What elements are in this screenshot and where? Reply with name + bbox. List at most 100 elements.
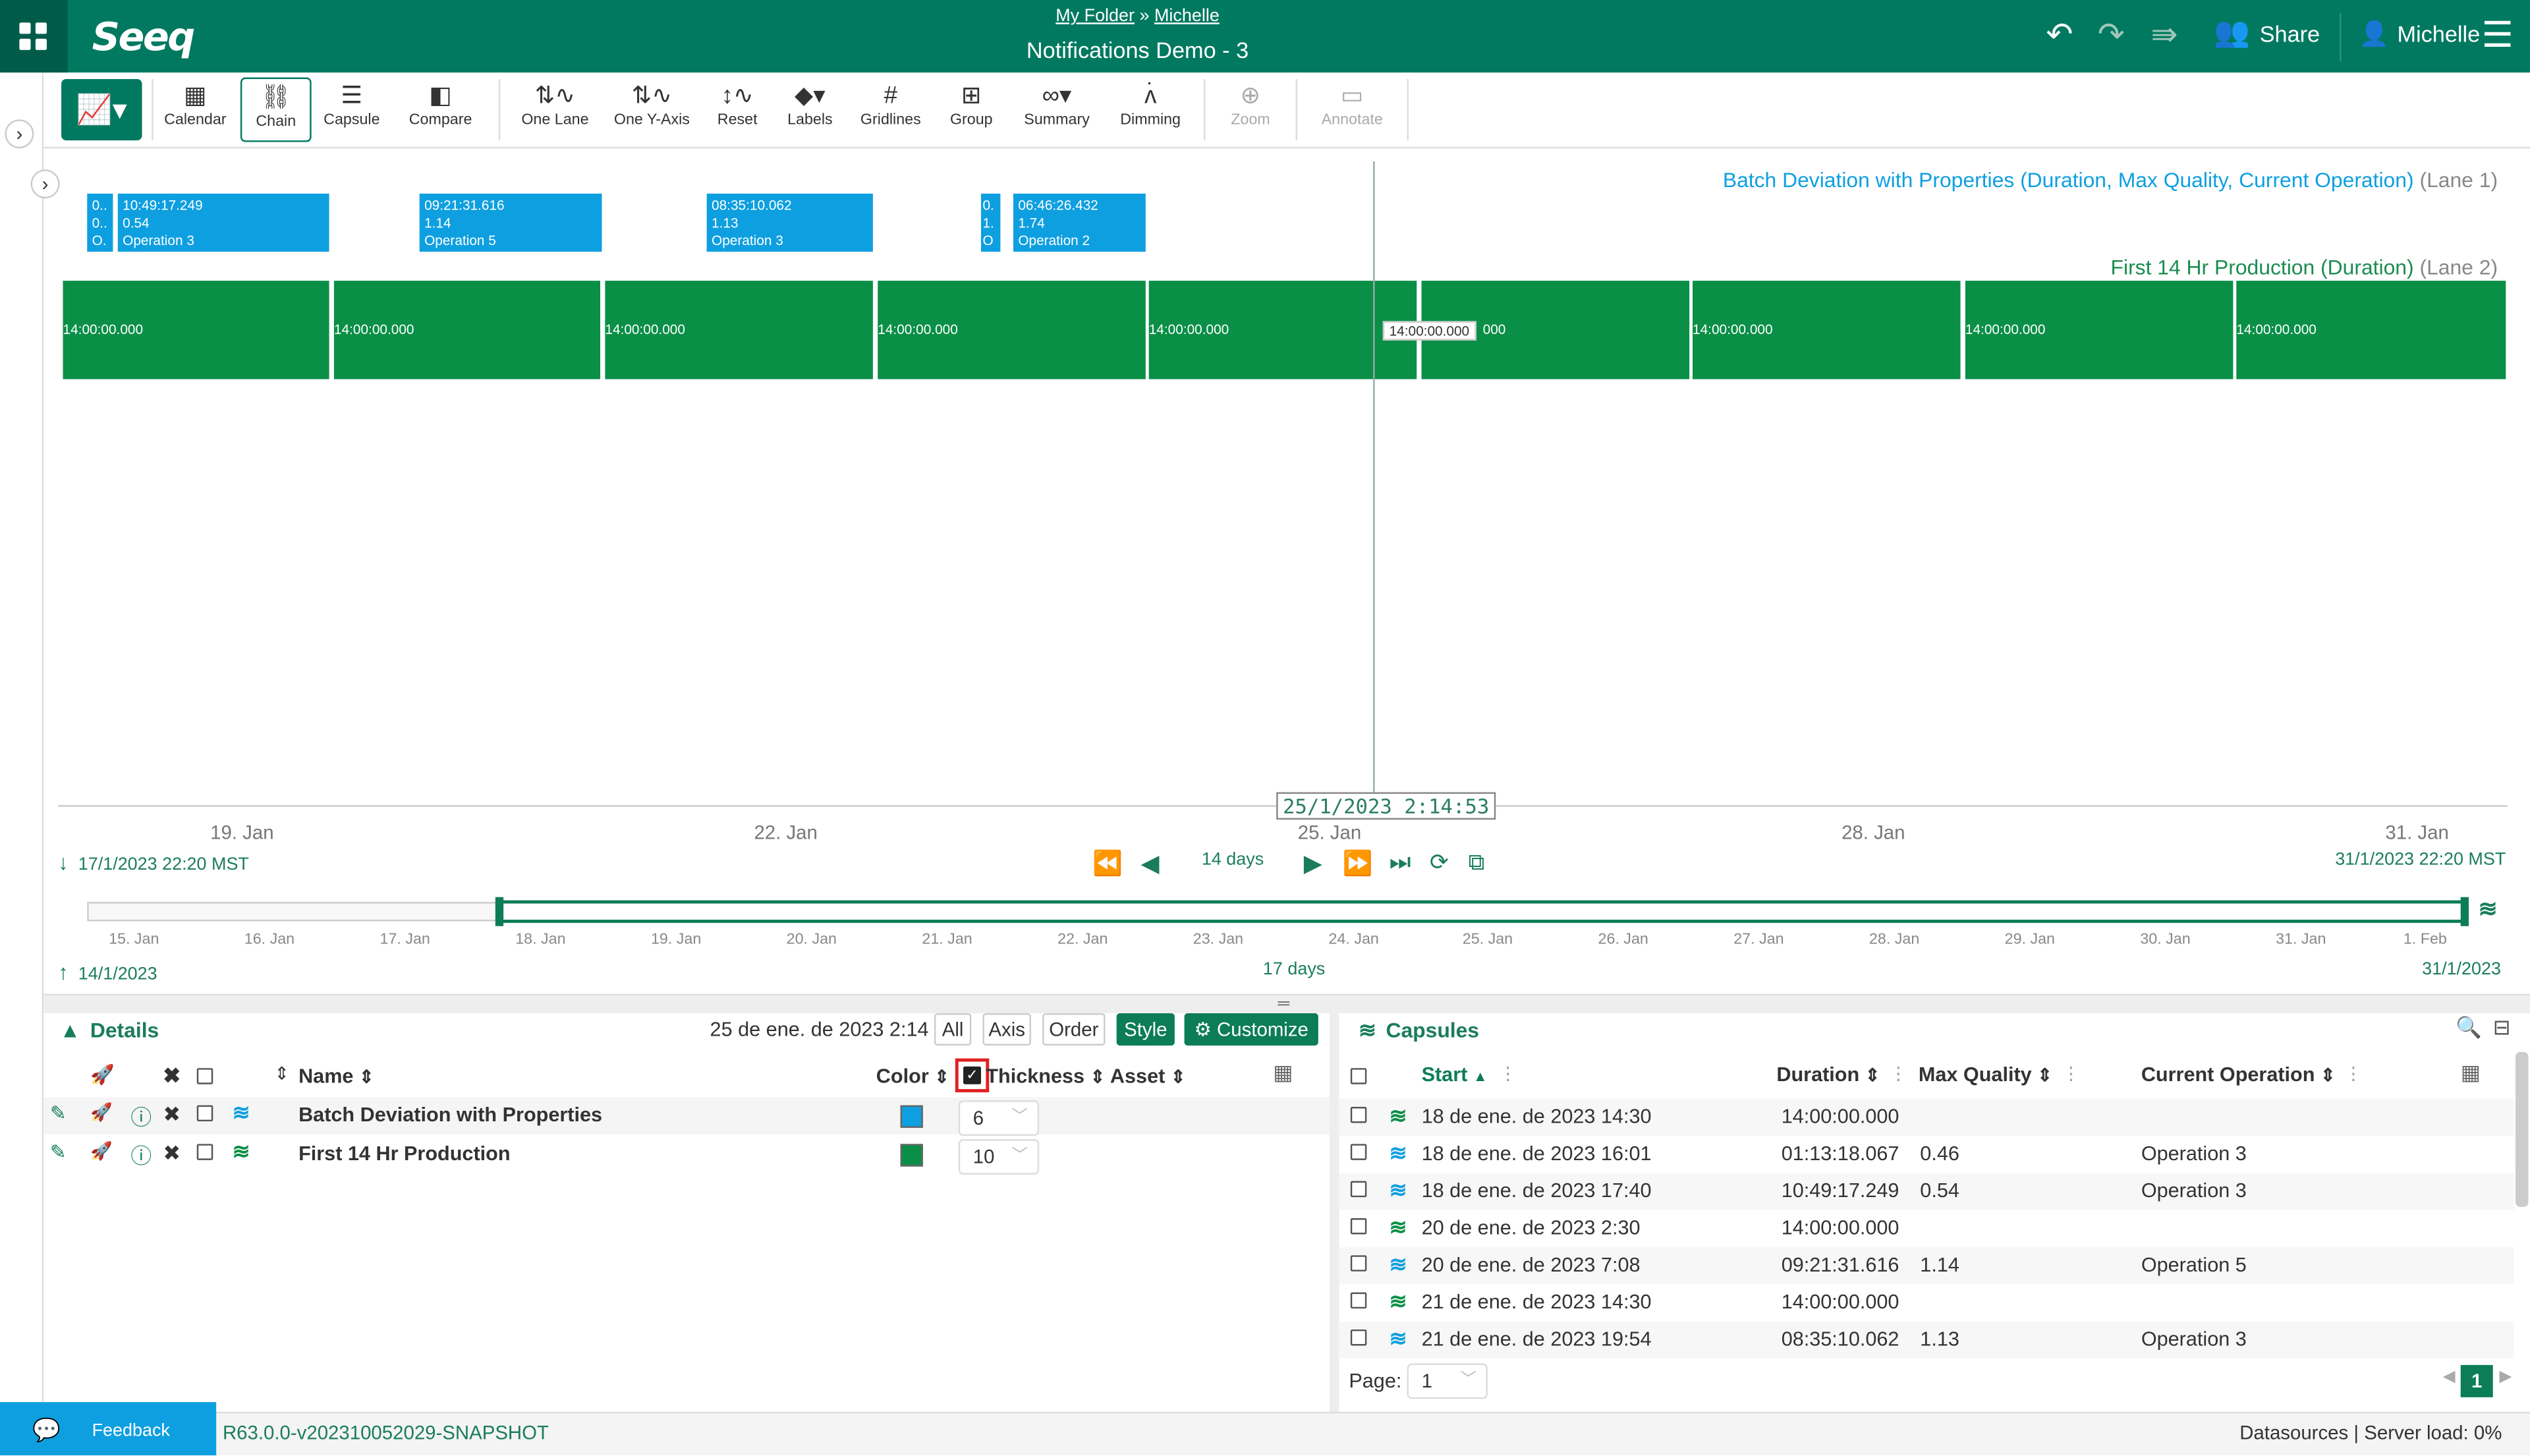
navigator-selection[interactable] — [500, 900, 2466, 923]
item-name[interactable]: Batch Deviation with Properties — [298, 1104, 602, 1126]
capsule-row-checkbox[interactable] — [1350, 1107, 1367, 1123]
current-operation-column-header[interactable]: Current Operation ⇕ — [2141, 1063, 2336, 1086]
compare-button[interactable]: ◧ Compare — [400, 82, 480, 140]
page-select[interactable]: 1 ﹀ — [1407, 1363, 1488, 1399]
blue-capsule[interactable]: 08:35:10.062 1.13 Operation 3 — [706, 193, 873, 252]
jump-to-now-icon[interactable]: ⏭ — [1390, 849, 1411, 876]
rocket-icon[interactable]: 🚀 — [90, 1140, 113, 1162]
max-quality-column-header[interactable]: Max Quality ⇕ — [1919, 1063, 2052, 1086]
datasources-link[interactable]: Datasources — [2239, 1422, 2348, 1444]
breadcrumb-folder-link[interactable]: My Folder — [1055, 7, 1135, 26]
current-page-button[interactable]: 1 — [2460, 1364, 2493, 1397]
investigate-duration[interactable]: 17 days — [1246, 960, 1343, 979]
remove-icon[interactable]: ✖ — [163, 1140, 181, 1166]
order-button[interactable]: Order — [1042, 1013, 1106, 1046]
panel-splitter[interactable] — [1329, 1013, 1339, 1412]
display-duration[interactable]: 14 days — [1187, 851, 1278, 870]
one-y-axis-button[interactable]: ⇅∿ One Y-Axis — [610, 82, 694, 140]
summary-button[interactable]: ∞▾ Summary — [1017, 82, 1097, 140]
capsules-scrollbar[interactable] — [2515, 1051, 2529, 1207]
green-capsule[interactable]: 14:00:00.000 — [878, 281, 1146, 379]
green-capsule[interactable]: 14:00:00.000 — [2236, 281, 2506, 379]
column-menu-icon[interactable]: ⋮ — [1499, 1063, 1517, 1084]
capsule-button[interactable]: ☰ Capsule — [316, 82, 387, 140]
zoom-to-capsules-icon[interactable]: 🔍 — [2456, 1015, 2482, 1040]
start-column-header[interactable]: Start ▲ — [1422, 1063, 1488, 1086]
navigator-right-handle[interactable] — [2460, 897, 2469, 926]
step-forward-full-icon[interactable]: ⏩ — [1343, 849, 1373, 878]
thickness-column-checkbox[interactable]: ✓ — [963, 1066, 981, 1084]
copy-range-icon[interactable]: ⧉ — [1469, 849, 1484, 876]
sort-icon[interactable]: ⇕ — [274, 1063, 289, 1084]
dimming-button[interactable]: ʌ̇ Dimming — [1113, 82, 1188, 140]
row-checkbox[interactable] — [196, 1144, 213, 1160]
green-capsule[interactable]: 14:00:00.000 — [333, 281, 601, 379]
expand-left-panel-icon[interactable]: › — [5, 119, 34, 149]
feedback-button[interactable]: 💬 Feedback — [0, 1402, 217, 1455]
user-menu[interactable]: 👤 Michelle — [2359, 19, 2480, 49]
chain-button[interactable]: ⛓ Chain — [240, 77, 312, 142]
display-range-start[interactable]: ↓ 17/1/2023 22:20 MST — [58, 851, 249, 875]
group-button[interactable]: ⊞ Group — [944, 82, 999, 140]
blue-capsule[interactable]: 09:21:31.616 1.14 Operation 5 — [419, 193, 602, 252]
reset-button[interactable]: ↕∿ Reset — [710, 82, 765, 140]
capsule-row-checkbox[interactable] — [1350, 1292, 1367, 1309]
capsule-row-checkbox[interactable] — [1350, 1181, 1367, 1198]
color-swatch[interactable] — [900, 1105, 923, 1128]
axis-button[interactable]: Axis — [982, 1013, 1031, 1046]
prev-page-icon[interactable]: ◀ — [2443, 1368, 2456, 1386]
step-back-icon[interactable]: ◀ — [1140, 849, 1159, 878]
edit-icon[interactable]: ✎ — [50, 1102, 67, 1125]
zoom-button[interactable]: ⊕ Zoom — [1223, 82, 1278, 140]
color-column-header[interactable]: Color ⇕ — [876, 1065, 949, 1087]
undo-icon[interactable]: ↶ — [2046, 14, 2073, 55]
investigate-range-end[interactable]: 31/1/2023 — [2372, 960, 2501, 979]
step-forward-icon[interactable]: ▶ — [1304, 849, 1322, 878]
green-capsule[interactable]: 14:00:00.000 — [63, 281, 329, 379]
blue-capsule[interactable]: 06:46:26.432 1.74 Operation 2 — [1013, 193, 1146, 252]
green-capsule[interactable]: 14:00:00.000 — [1693, 281, 1961, 379]
rocket-icon[interactable]: 🚀 — [90, 1102, 113, 1123]
color-swatch[interactable] — [900, 1144, 923, 1167]
select-all-checkbox[interactable] — [196, 1068, 213, 1084]
asset-column-header[interactable]: Asset ⇕ — [1110, 1065, 1185, 1087]
worksheet-title[interactable]: Notifications Demo - 3 — [903, 37, 1371, 63]
navigator-signal-icon[interactable]: ≋ — [2479, 895, 2498, 923]
cursor-line[interactable] — [1373, 161, 1375, 799]
capsule-row-checkbox[interactable] — [1350, 1218, 1367, 1235]
blue-capsule[interactable]: 10:49:17.249 0.54 Operation 3 — [117, 193, 329, 252]
capsule-row-checkbox[interactable] — [1350, 1329, 1367, 1346]
view-selector-button[interactable]: 📈▾ — [61, 79, 142, 141]
duration-column-header[interactable]: Duration ⇕ — [1776, 1063, 1880, 1086]
green-capsule[interactable]: 14:00:00.000 — [605, 281, 873, 379]
one-lane-button[interactable]: ⇅∿ One Lane — [513, 82, 597, 140]
item-name[interactable]: First 14 Hr Production — [298, 1142, 511, 1165]
gridlines-button[interactable]: # Gridlines — [855, 82, 926, 140]
labels-button[interactable]: ◆▾ Labels — [781, 82, 839, 140]
column-menu-icon[interactable]: ⋮ — [1890, 1063, 1907, 1084]
style-button[interactable]: Style — [1116, 1013, 1175, 1046]
add-column-icon[interactable]: ▦ — [2461, 1060, 2481, 1086]
refresh-icon[interactable]: ⟳ — [1430, 849, 1449, 876]
name-column-header[interactable]: Name ⇕ — [298, 1065, 374, 1087]
blue-capsule[interactable]: 0. 1. O — [980, 193, 1001, 252]
collapse-icon[interactable]: ⊟ — [2493, 1015, 2511, 1040]
green-capsule[interactable]: 14:00:00.000 — [1148, 281, 1417, 379]
hamburger-menu-icon[interactable]: ☰ — [2482, 14, 2514, 57]
breadcrumb-user-link[interactable]: Michelle — [1154, 7, 1220, 26]
thickness-select[interactable]: 10 ﹀ — [958, 1138, 1040, 1175]
remove-icon[interactable]: ✖ — [163, 1102, 181, 1128]
add-column-icon[interactable]: ▦ — [1273, 1060, 1293, 1086]
edit-icon[interactable]: ✎ — [50, 1140, 67, 1163]
redo-all-icon[interactable]: ⇛ — [2151, 14, 2178, 55]
capsule-row-checkbox[interactable] — [1350, 1255, 1367, 1272]
all-button[interactable]: All — [934, 1013, 972, 1046]
redo-icon[interactable]: ↷ — [2098, 14, 2125, 55]
apps-grid-icon[interactable] — [0, 0, 68, 73]
remove-all-icon[interactable]: ✖ — [163, 1063, 181, 1089]
info-icon[interactable]: ⓘ — [130, 1100, 152, 1131]
column-menu-icon[interactable]: ⋮ — [2062, 1063, 2080, 1084]
column-menu-icon[interactable]: ⋮ — [2344, 1063, 2362, 1084]
resize-handle-icon[interactable]: ═ — [1278, 995, 1289, 1013]
next-page-icon[interactable]: ▶ — [2500, 1368, 2512, 1386]
